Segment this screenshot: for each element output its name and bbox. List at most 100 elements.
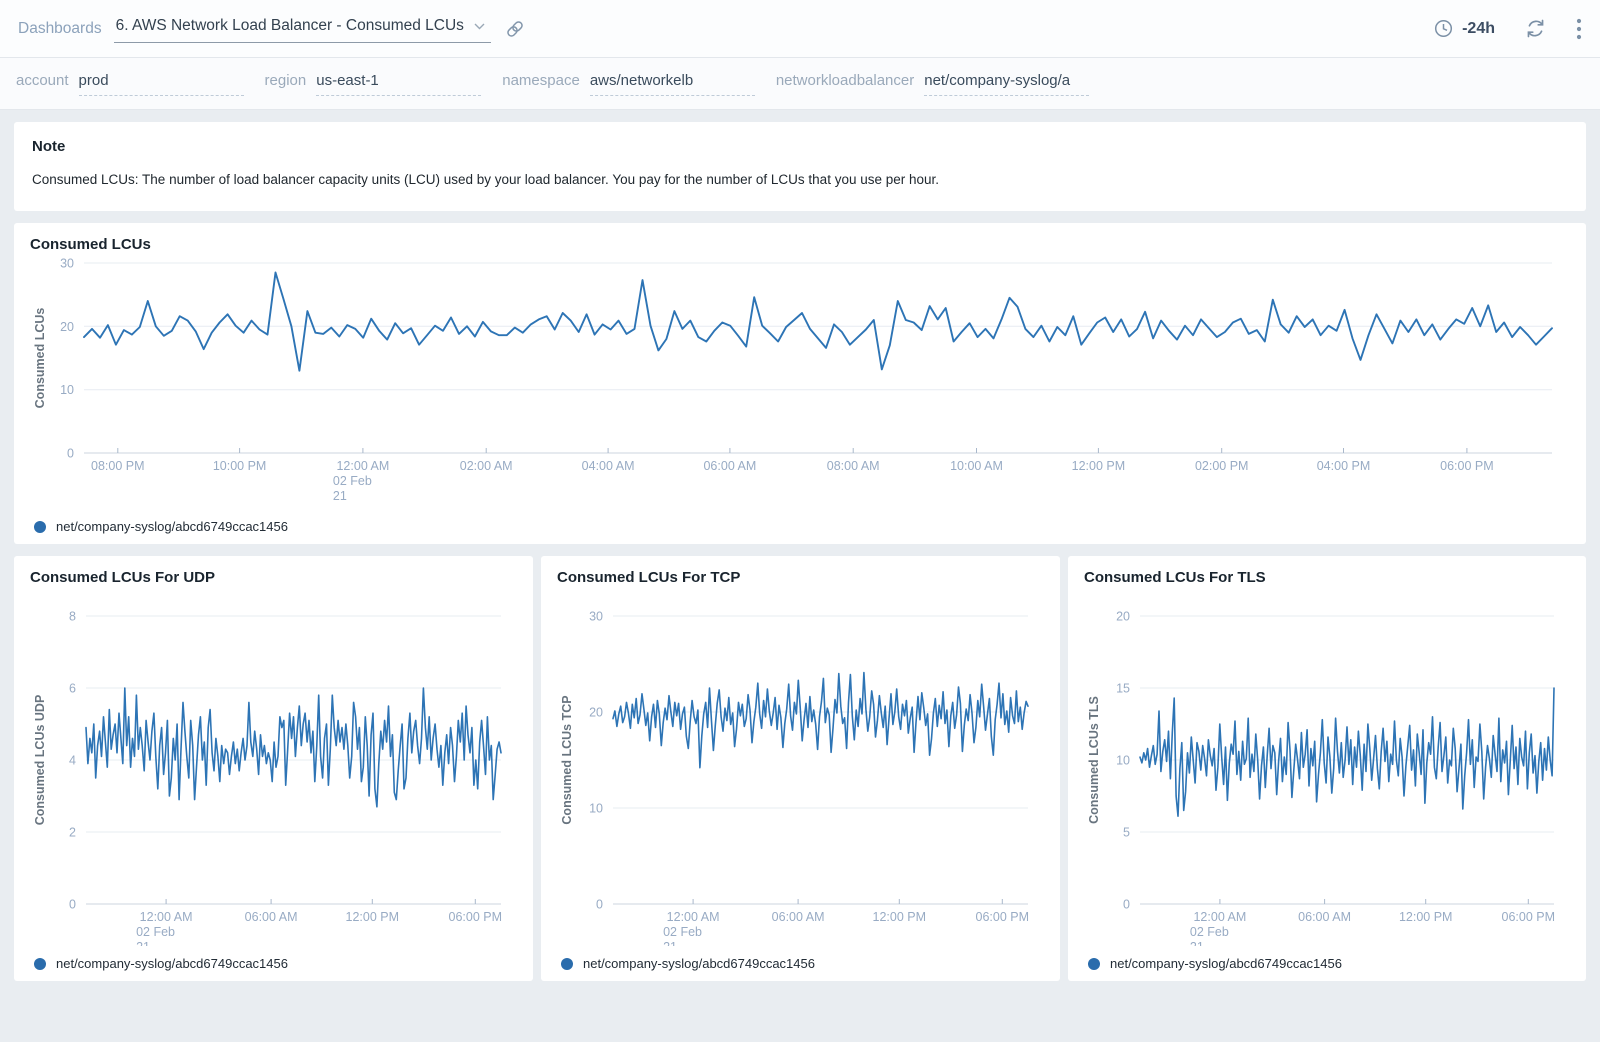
filter-label: account bbox=[16, 72, 69, 89]
legend-label: net/company-syslog/abcd6749ccac1456 bbox=[583, 956, 815, 971]
svg-text:02 Feb: 02 Feb bbox=[1190, 925, 1229, 939]
filter-label: namespace bbox=[502, 72, 580, 89]
time-range-selector[interactable]: -24h bbox=[1434, 19, 1495, 38]
filter-networkloadbalancer: networkloadbalancer net/company-syslog/a bbox=[776, 72, 1089, 96]
svg-text:04:00 AM: 04:00 AM bbox=[582, 459, 635, 473]
line-chart-consumed-lcus[interactable]: 010203008:00 PM10:00 PM12:00 AM02 Feb210… bbox=[30, 253, 1570, 503]
svg-text:06:00 AM: 06:00 AM bbox=[1298, 910, 1351, 924]
chart-title: Consumed LCUs For UDP bbox=[30, 569, 517, 586]
svg-text:21: 21 bbox=[663, 940, 677, 946]
svg-text:04:00 PM: 04:00 PM bbox=[1317, 459, 1371, 473]
svg-text:5: 5 bbox=[1123, 826, 1130, 840]
chart-panel-consumed-lcus: Consumed LCUs 010203008:00 PM10:00 PM12:… bbox=[14, 223, 1586, 544]
filter-label: networkloadbalancer bbox=[776, 72, 914, 89]
small-charts-row: Consumed LCUs For UDP 0246812:00 AM02 Fe… bbox=[14, 556, 1586, 981]
chart-panel-consumed-lcus-tls: Consumed LCUs For TLS 0 5 10 15 20 12:00 AM02… bbox=[1068, 556, 1586, 981]
svg-text:30: 30 bbox=[589, 610, 603, 624]
chart-legend[interactable]: net/company-syslog/abcd6749ccac1456 bbox=[557, 956, 1044, 971]
filter-value-namespace[interactable]: aws/networkelb bbox=[590, 72, 755, 96]
legend-dot bbox=[561, 958, 573, 970]
svg-text:15: 15 bbox=[1116, 682, 1130, 696]
filter-bar: account prod region us-east-1 namespace … bbox=[0, 58, 1600, 110]
top-bar-actions: -24h bbox=[1434, 18, 1582, 40]
svg-text:20: 20 bbox=[589, 706, 603, 720]
legend-label: net/company-syslog/abcd6749ccac1456 bbox=[1110, 956, 1342, 971]
svg-text:02:00 AM: 02:00 AM bbox=[460, 459, 513, 473]
svg-text:Consumed LCUs: Consumed LCUs bbox=[33, 308, 47, 409]
svg-text:6: 6 bbox=[69, 682, 76, 696]
refresh-icon[interactable] bbox=[1525, 18, 1546, 39]
svg-text:02 Feb: 02 Feb bbox=[136, 925, 175, 939]
svg-text:12:00 PM: 12:00 PM bbox=[873, 910, 927, 924]
svg-text:12:00 PM: 12:00 PM bbox=[346, 910, 400, 924]
svg-text:12:00 AM: 12:00 AM bbox=[140, 910, 193, 924]
svg-text:02 Feb: 02 Feb bbox=[663, 925, 702, 939]
filter-value-account[interactable]: prod bbox=[79, 72, 244, 96]
svg-text:12:00 PM: 12:00 PM bbox=[1399, 910, 1453, 924]
breadcrumb[interactable]: Dashboards bbox=[18, 20, 102, 38]
legend-dot bbox=[1088, 958, 1100, 970]
svg-text:Consumed LCUs TCP: Consumed LCUs TCP bbox=[560, 695, 574, 824]
note-body: Consumed LCUs: The number of load balanc… bbox=[32, 172, 1568, 187]
svg-text:06:00 PM: 06:00 PM bbox=[1440, 459, 1494, 473]
filter-region: region us-east-1 bbox=[265, 72, 482, 96]
svg-text:4: 4 bbox=[69, 754, 76, 768]
share-link-icon[interactable] bbox=[505, 19, 525, 39]
filter-label: region bbox=[265, 72, 307, 89]
svg-text:12:00 AM: 12:00 AM bbox=[1193, 910, 1246, 924]
chart-legend[interactable]: net/company-syslog/abcd6749ccac1456 bbox=[1084, 956, 1570, 971]
svg-text:10: 10 bbox=[1116, 754, 1130, 768]
filter-namespace: namespace aws/networkelb bbox=[502, 72, 755, 96]
svg-text:02:00 PM: 02:00 PM bbox=[1195, 459, 1249, 473]
chevron-down-icon bbox=[474, 23, 485, 30]
kebab-menu-icon[interactable] bbox=[1576, 18, 1582, 40]
chart-legend[interactable]: net/company-syslog/abcd6749ccac1456 bbox=[30, 956, 517, 971]
chart-title: Consumed LCUs For TCP bbox=[557, 569, 1044, 586]
svg-text:20: 20 bbox=[1116, 610, 1130, 624]
svg-text:06:00 PM: 06:00 PM bbox=[449, 910, 503, 924]
svg-text:10:00 AM: 10:00 AM bbox=[950, 459, 1003, 473]
chart-title: Consumed LCUs For TLS bbox=[1084, 569, 1570, 586]
svg-text:08:00 AM: 08:00 AM bbox=[827, 459, 880, 473]
svg-text:06:00 AM: 06:00 AM bbox=[245, 910, 298, 924]
svg-text:06:00 PM: 06:00 PM bbox=[976, 910, 1030, 924]
svg-text:12:00 AM: 12:00 AM bbox=[667, 910, 720, 924]
svg-text:0: 0 bbox=[1123, 898, 1130, 912]
top-bar: Dashboards 6. AWS Network Load Balancer … bbox=[0, 0, 1600, 58]
svg-text:Consumed LCUs TLS: Consumed LCUs TLS bbox=[1087, 696, 1101, 824]
legend-dot bbox=[34, 958, 46, 970]
page-title: 6. AWS Network Load Balancer - Consumed … bbox=[116, 17, 464, 35]
line-chart-consumed-lcus-tls[interactable]: 0 5 10 15 20 12:00 AM02 Feb21 06:00 AM 12:00 PM… bbox=[1084, 586, 1570, 946]
svg-text:06:00 AM: 06:00 AM bbox=[772, 910, 825, 924]
legend-dot bbox=[34, 521, 46, 533]
svg-text:0: 0 bbox=[596, 898, 603, 912]
svg-text:0: 0 bbox=[67, 447, 74, 461]
svg-text:21: 21 bbox=[136, 940, 150, 946]
line-chart-consumed-lcus-udp[interactable]: 0246812:00 AM02 Feb2106:00 AM12:00 PM06:… bbox=[30, 586, 517, 946]
line-chart-consumed-lcus-tcp[interactable]: 0 10 20 30 12:00 AM02 Feb21 06:00 AM 12:00 PM 0… bbox=[557, 586, 1044, 946]
svg-text:10: 10 bbox=[589, 802, 603, 816]
filter-value-region[interactable]: us-east-1 bbox=[316, 72, 481, 96]
time-range-value: -24h bbox=[1462, 20, 1495, 38]
svg-text:20: 20 bbox=[60, 320, 74, 334]
svg-text:10: 10 bbox=[60, 383, 74, 397]
chart-title: Consumed LCUs bbox=[30, 236, 1570, 253]
svg-text:12:00 PM: 12:00 PM bbox=[1072, 459, 1126, 473]
filter-value-networkloadbalancer[interactable]: net/company-syslog/a bbox=[924, 72, 1089, 96]
legend-label: net/company-syslog/abcd6749ccac1456 bbox=[56, 519, 288, 534]
svg-text:21: 21 bbox=[1190, 940, 1204, 946]
clock-icon bbox=[1434, 19, 1453, 38]
svg-text:Consumed LCUs UDP: Consumed LCUs UDP bbox=[33, 695, 47, 826]
svg-text:21: 21 bbox=[333, 489, 347, 503]
svg-text:08:00 PM: 08:00 PM bbox=[91, 459, 145, 473]
svg-text:06:00 PM: 06:00 PM bbox=[1502, 910, 1556, 924]
svg-text:10:00 PM: 10:00 PM bbox=[213, 459, 267, 473]
svg-text:2: 2 bbox=[69, 826, 76, 840]
svg-text:12:00 AM: 12:00 AM bbox=[336, 459, 389, 473]
svg-text:06:00 AM: 06:00 AM bbox=[703, 459, 756, 473]
filter-account: account prod bbox=[16, 72, 244, 96]
svg-text:8: 8 bbox=[69, 610, 76, 624]
chart-legend[interactable]: net/company-syslog/abcd6749ccac1456 bbox=[30, 519, 1570, 534]
dashboard-title-dropdown[interactable]: 6. AWS Network Load Balancer - Consumed … bbox=[114, 14, 491, 43]
chart-panel-consumed-lcus-tcp: Consumed LCUs For TCP 0 10 20 30 12:00 AM02 … bbox=[541, 556, 1060, 981]
